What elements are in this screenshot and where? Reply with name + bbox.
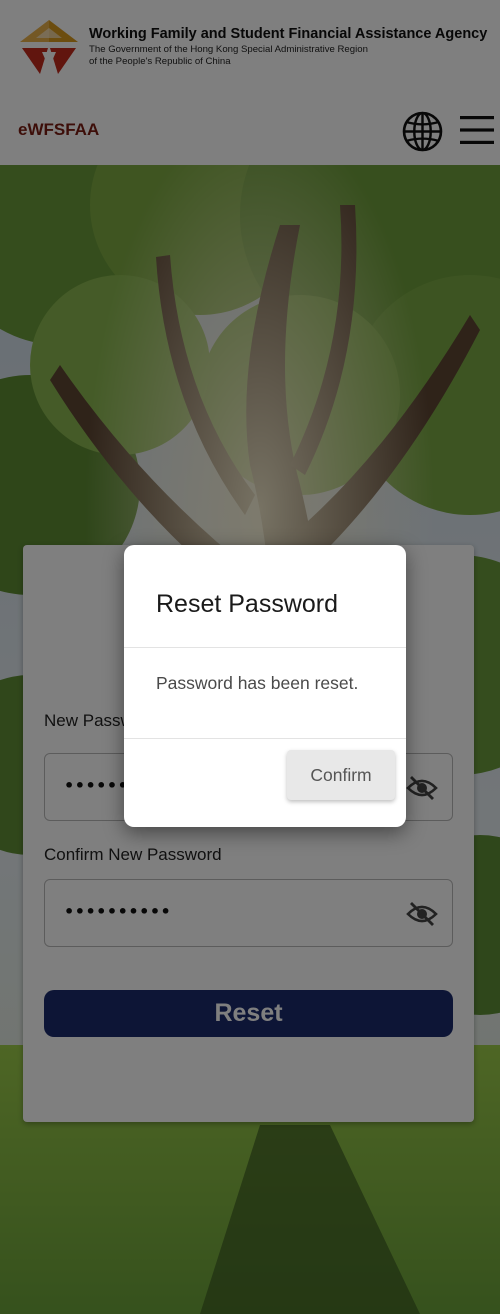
page: Working Family and Student Financial Ass… — [0, 0, 500, 1314]
dialog-divider-bottom — [124, 738, 406, 739]
dialog-title: Reset Password — [156, 590, 339, 618]
dialog-divider-top — [124, 647, 406, 648]
reset-password-dialog: Reset Password Password has been reset. … — [124, 545, 406, 827]
dialog-message: Password has been reset. — [156, 673, 359, 693]
confirm-button[interactable]: Confirm — [287, 750, 395, 800]
